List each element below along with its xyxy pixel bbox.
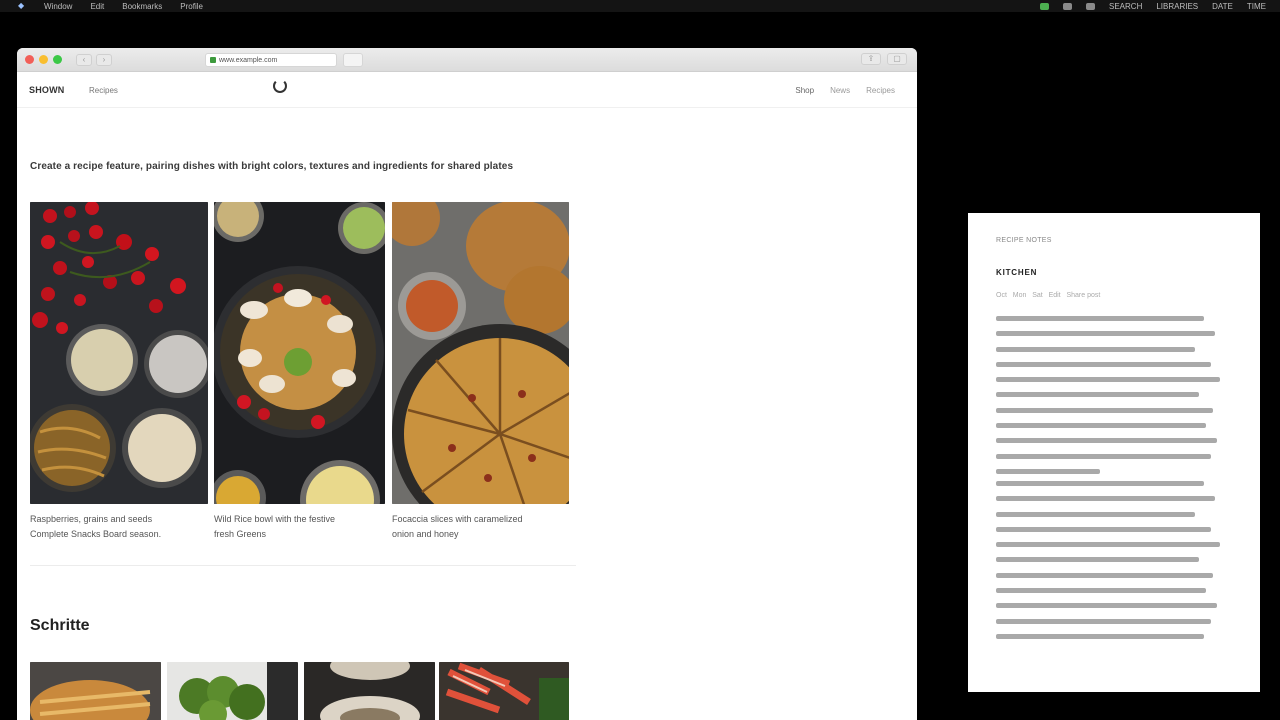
notes-paragraph-2 (996, 476, 1228, 644)
caption-berries-line-1: Raspberries, grains and seeds (30, 514, 153, 524)
caption-focaccia-line-1: Focaccia slices with caramelized (392, 514, 523, 524)
caption-focaccia-line-2: onion and honey (392, 529, 459, 539)
menu-edit[interactable]: Edit (90, 2, 104, 11)
focaccia-photo-image (392, 202, 569, 504)
notes-paragraph-1 (996, 311, 1228, 479)
tabs-icon[interactable]: ▢ (887, 53, 907, 65)
notes-text-line (996, 476, 1228, 491)
notes-text-line (996, 449, 1228, 464)
notes-label: RECIPE NOTES (996, 237, 1052, 244)
minimize-window-button[interactable] (39, 55, 48, 64)
recipe-photo-berries[interactable] (30, 202, 208, 504)
share-icon[interactable]: ⇪ (861, 53, 881, 65)
header-link-recipes[interactable]: Recipes (89, 86, 118, 95)
app-status-icon[interactable] (1040, 2, 1049, 10)
toolbar-right: ⇪ ▢ (861, 53, 907, 65)
caption-rice-line-1: Wild Rice bowl with the festive (214, 514, 336, 524)
nav-item-news[interactable]: News (830, 86, 850, 95)
status-search[interactable]: SEARCH (1109, 2, 1142, 11)
sync-icon[interactable] (1063, 2, 1072, 10)
status-date: DATE (1212, 1, 1233, 11)
apple-icon[interactable]: ◆ (18, 2, 26, 10)
window-controls (25, 55, 62, 64)
notes-text-line (996, 403, 1228, 418)
recipe-photo-focaccia[interactable] (392, 202, 569, 504)
step-photo-3[interactable] (304, 662, 435, 720)
notes-meta: Oct Mon Sat Edit Share post (996, 292, 1100, 299)
notes-text-line (996, 537, 1228, 552)
notes-text-line (996, 507, 1228, 522)
address-bar[interactable]: www.example.com (205, 53, 337, 67)
notes-text-line (996, 491, 1228, 506)
notes-text-line (996, 614, 1228, 629)
step-photo-1-image (30, 662, 161, 720)
nav-item-shop[interactable]: Shop (795, 86, 814, 95)
notes-text-line (996, 568, 1228, 583)
caption-focaccia: Focaccia slices with caramelized onion a… (392, 512, 523, 542)
nav-item-recipes[interactable]: Recipes (866, 86, 895, 95)
step-photo-2[interactable] (167, 662, 298, 720)
meta-item: Edit (1048, 292, 1061, 299)
notes-text-line (996, 418, 1228, 433)
notes-title: KITCHEN (996, 268, 1038, 277)
menu-profile[interactable]: Profile (180, 2, 203, 11)
status-libraries[interactable]: LIBRARIES (1156, 2, 1198, 11)
notes-text-line (996, 387, 1228, 402)
forward-button[interactable]: › (96, 53, 112, 66)
recipe-photo-rice-bowl[interactable] (214, 202, 385, 504)
step-photo-1[interactable] (30, 662, 161, 720)
meta-share-link[interactable]: Share post (1066, 292, 1100, 299)
menu-bookmarks[interactable]: Bookmarks (122, 2, 162, 11)
browser-window: ‹ › www.example.com ⇪ ▢ SHOWN Recipes Sh… (17, 48, 917, 720)
notes-text-line (996, 342, 1228, 357)
step-photo-4-image (439, 662, 569, 720)
notes-text-line (996, 629, 1228, 644)
browser-titlebar: ‹ › www.example.com ⇪ ▢ (17, 48, 917, 72)
site-nav: Shop News Recipes (795, 86, 895, 95)
back-button[interactable]: ‹ (76, 53, 92, 66)
caption-rice-line-2: fresh Greens (214, 529, 267, 539)
step-photo-2-image (167, 662, 298, 720)
rice-bowl-photo-image (214, 202, 385, 504)
menu-window[interactable]: Window (44, 2, 72, 11)
history-buttons: ‹ › (76, 53, 112, 66)
section-divider (30, 565, 576, 566)
maximize-window-button[interactable] (53, 55, 62, 64)
notes-text-line (996, 326, 1228, 341)
caption-berries: Raspberries, grains and seeds Complete S… (30, 512, 161, 542)
step-photo-3-image (304, 662, 435, 720)
notes-text-line (996, 552, 1228, 567)
menu-bar: ◆ Window Edit Bookmarks Profile SEARCH L… (0, 0, 1280, 12)
status-time: TIME (1246, 1, 1266, 11)
notes-text-line (996, 583, 1228, 598)
step-photo-4[interactable] (439, 662, 569, 720)
site-header: SHOWN Recipes Shop News Recipes (17, 72, 917, 108)
lock-icon (210, 57, 216, 63)
notes-text-line (996, 598, 1228, 613)
address-text: www.example.com (219, 56, 278, 64)
meta-item: Sat (1032, 292, 1043, 299)
site-logo[interactable]: SHOWN (29, 85, 65, 95)
status-area: SEARCH LIBRARIES DATE TIME (1040, 0, 1266, 12)
notes-text-line (996, 372, 1228, 387)
caption-berries-line-2: Complete Snacks Board season. (30, 529, 162, 539)
berries-photo-image (30, 202, 208, 504)
article-headline: Create a recipe feature, pairing dishes … (30, 161, 514, 172)
meta-item: Oct (996, 292, 1007, 299)
section-title: Schritte (30, 617, 90, 634)
new-tab-button[interactable] (343, 53, 363, 67)
side-notes-card: RECIPE NOTES KITCHEN Oct Mon Sat Edit Sh… (968, 213, 1260, 692)
notes-text-line (996, 357, 1228, 372)
caption-rice-bowl: Wild Rice bowl with the festive fresh Gr… (214, 512, 335, 542)
meta-item: Mon (1012, 292, 1027, 299)
settings-icon[interactable] (1086, 2, 1095, 10)
notes-text-line (996, 522, 1228, 537)
loading-spinner-icon (273, 79, 287, 93)
notes-text-line (996, 433, 1228, 448)
close-window-button[interactable] (25, 55, 34, 64)
notes-text-line (996, 311, 1228, 326)
